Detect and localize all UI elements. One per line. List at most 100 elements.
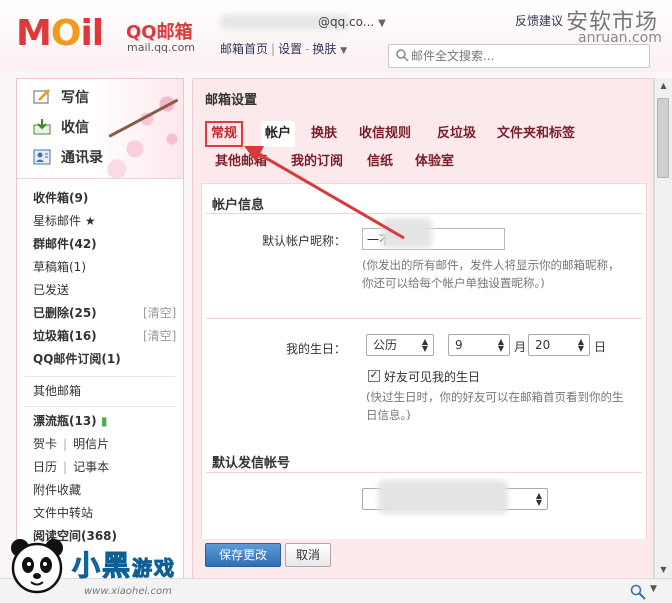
nickname-hint: (你发出的所有邮件，发件人将显示你的邮箱昵称， 你还可以给每个帐户单独设置昵称。… [362, 256, 642, 292]
scroll-thumb[interactable] [657, 98, 669, 178]
folder-label: 已删除(25) [33, 306, 97, 320]
section-divider [206, 318, 642, 319]
card-links: 贺卡 | 明信片 [33, 437, 110, 451]
folder-label: 收件箱(9) [33, 191, 89, 205]
folder-label: 已发送 [33, 283, 70, 297]
feedback-link[interactable]: 反馈建议 [515, 12, 563, 29]
account-dropdown-icon[interactable]: ▼ [378, 18, 386, 29]
brand-url: www.xiaohei.com [84, 586, 172, 597]
folder-spam[interactable]: 垃圾箱(16) [清空] [33, 327, 176, 345]
tab-general[interactable]: 常规 [205, 121, 244, 147]
account-info-heading: 帐户信息 [212, 198, 265, 213]
birth-day-select[interactable]: 20 ▲ ▼ [528, 334, 590, 356]
brand-logo-text: 小黑游戏 [71, 544, 177, 584]
birthday-label: 我的生日： [285, 342, 346, 356]
folder-inbox[interactable]: 收件箱(9) [33, 189, 88, 207]
nav-skin[interactable]: 换肤 [312, 42, 336, 56]
tab-labs[interactable]: 体验室 [411, 149, 458, 175]
receive-button[interactable]: 收信 [33, 115, 89, 139]
skin-dropdown-icon[interactable]: ▼ [340, 46, 347, 56]
default-sender-heading: 默认发信帐号 [212, 456, 291, 471]
save-button[interactable]: 保存更改 [205, 543, 281, 567]
blossom-branch-decoration [108, 98, 179, 138]
brand-game: 游戏 [132, 556, 177, 581]
select-arrow-icon: ▲ ▼ [577, 337, 585, 353]
action-bar: 保存更改 取消 [193, 539, 653, 579]
tab-receive-rules[interactable]: 收信规则 [355, 121, 415, 147]
folder-deleted[interactable]: 已删除(25) [清空] [33, 304, 176, 322]
birthday-visible-checkbox[interactable]: ✓ [368, 370, 380, 382]
zoom-dropdown-icon[interactable]: ▼ [650, 584, 657, 594]
folder-group[interactable]: 群邮件(42) [33, 235, 97, 253]
section-divider [206, 213, 642, 214]
tab-folders-labels[interactable]: 文件夹和标签 [493, 121, 579, 147]
mail-search-box[interactable] [388, 44, 650, 68]
scroll-down-icon[interactable]: ▼ [655, 562, 672, 578]
logo-mark: MOil [16, 13, 104, 54]
account-email[interactable]: @qq.co... ▼ [318, 15, 386, 29]
cancel-button[interactable]: 取消 [285, 543, 331, 567]
inbox-download-icon [33, 119, 51, 135]
vertical-scrollbar[interactable]: ▲ ▼ [654, 78, 672, 578]
folder-subscription[interactable]: QQ邮件订阅(1) [33, 350, 121, 368]
contacts-icon [33, 149, 51, 165]
folder-divider [25, 406, 175, 407]
drift-bottle-link[interactable]: 漂流瓶(13) ▮ [33, 412, 107, 430]
birth-month-select[interactable]: 9 ▲ ▼ [448, 334, 510, 356]
nav-mail-home[interactable]: 邮箱首页 [220, 42, 268, 56]
compose-button[interactable]: 写信 [33, 85, 89, 109]
folder-label: 星标邮件 ★ [33, 214, 96, 228]
page-title: 邮箱设置 [205, 93, 258, 108]
attachments-link[interactable]: 附件收藏 [33, 481, 81, 499]
birthday-hint-line: (快过生日时，你的好友可以在邮箱首页看到你的生 [366, 390, 624, 404]
folder-divider [25, 376, 175, 377]
tab-stationery[interactable]: 信纸 [363, 149, 397, 175]
compose-icon [33, 89, 50, 104]
folder-drafts[interactable]: 草稿箱(1) [33, 258, 86, 276]
calendar-type-value: 公历 [373, 338, 398, 352]
day-unit: 日 [594, 340, 607, 354]
settings-panel: 邮箱设置 常规 帐户 换肤 收信规则 反垃圾 文件夹和标签 其他邮箱 我的订阅 … [192, 78, 654, 603]
receive-label: 收信 [61, 120, 89, 136]
tab-my-subscriptions[interactable]: 我的订阅 [287, 149, 347, 175]
notepad-link[interactable]: 记事本 [73, 460, 109, 474]
drift-bottle-label: 漂流瓶(13) [33, 414, 97, 428]
folder-other-mailbox[interactable]: 其他邮箱 [33, 382, 81, 400]
nickname-label: 默认帐户昵称： [261, 234, 346, 248]
select-arrow-icon: ▲ ▼ [535, 491, 543, 507]
calendar-link[interactable]: 日历 [33, 460, 57, 474]
scroll-up-icon[interactable]: ▲ [655, 78, 672, 94]
birthday-hint: (快过生日时，你的好友可以在邮箱首页看到你的生 日信息。) [366, 388, 644, 424]
contacts-button[interactable]: 通讯录 [33, 145, 103, 169]
search-input[interactable] [411, 47, 641, 65]
zoom-icon[interactable] [630, 584, 646, 600]
panda-icon [11, 539, 63, 594]
nav-settings[interactable]: 设置 [278, 42, 302, 56]
clear-deleted-link[interactable]: [清空] [143, 304, 176, 322]
postcard-link[interactable]: 明信片 [73, 437, 109, 451]
tab-skin[interactable]: 换肤 [307, 121, 341, 147]
select-arrow-icon: ▲ ▼ [497, 337, 505, 353]
search-icon[interactable] [395, 48, 409, 62]
file-transfer-link[interactable]: 文件中转站 [33, 504, 93, 522]
folder-starred[interactable]: 星标邮件 ★ [33, 212, 96, 230]
calendar-type-select[interactable]: 公历 ▲ ▼ [366, 334, 434, 356]
folder-label: 草稿箱(1) [33, 260, 86, 274]
contacts-label: 通讯录 [61, 150, 103, 166]
folder-label: 垃圾箱(16) [33, 329, 97, 343]
birthday-hint-line: 日信息。) [366, 408, 411, 422]
birth-month-value: 9 [455, 338, 463, 352]
logo-url: mail.qq.com [127, 41, 196, 54]
tab-other-mailbox[interactable]: 其他邮箱 [211, 149, 271, 175]
tab-anti-spam[interactable]: 反垃圾 [433, 121, 480, 147]
tab-account[interactable]: 帐户 [261, 121, 296, 147]
qq-mail-logo[interactable]: MOil QQ邮箱 mail.qq.com [16, 13, 206, 55]
greeting-card-link[interactable]: 贺卡 [33, 437, 57, 451]
birthday-visible-label: 好友可见我的生日 [384, 370, 481, 384]
folder-sent[interactable]: 已发送 [33, 281, 69, 299]
folder-label: QQ邮件订阅(1) [33, 352, 121, 366]
clear-spam-link[interactable]: [清空] [143, 327, 176, 345]
select-arrow-icon: ▲ ▼ [421, 337, 429, 353]
nickname-hint-line: (你发出的所有邮件，发件人将显示你的邮箱昵称， [362, 258, 620, 272]
birth-day-value: 20 [535, 338, 551, 352]
